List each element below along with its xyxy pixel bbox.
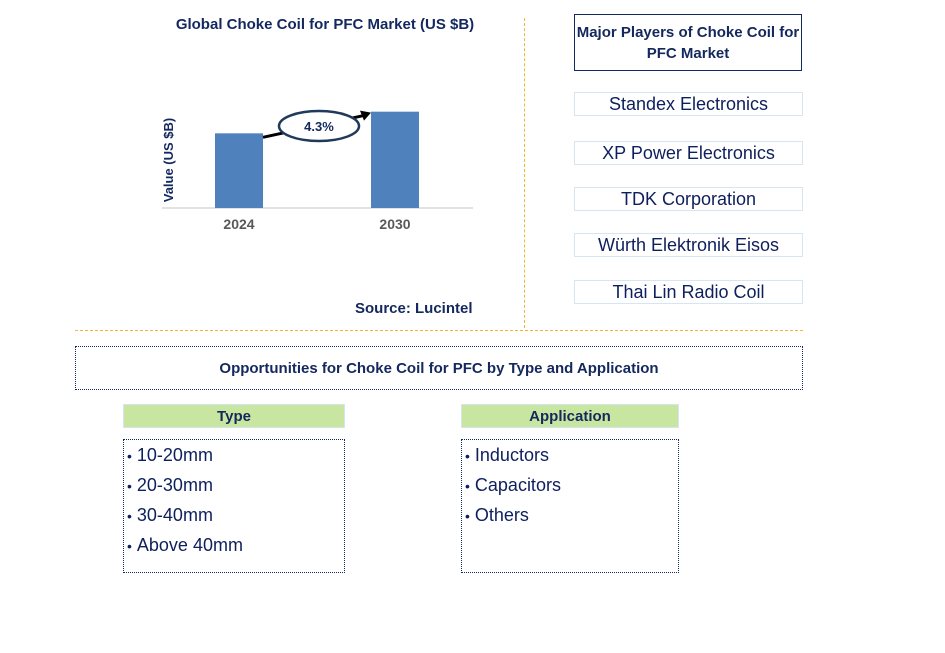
segment-item-label: 30-40mm — [136, 505, 213, 525]
segment-item: • Above 40mm — [124, 532, 344, 562]
cagr-label: 4.3% — [304, 119, 334, 134]
x-tick-label: 2024 — [223, 216, 254, 232]
segment-item: • 20-30mm — [124, 472, 344, 502]
segment-item: • 10-20mm — [124, 442, 344, 472]
segment-header: Type — [123, 404, 345, 428]
bullet-icon: • — [127, 478, 132, 494]
segment-item-label: Capacitors — [474, 475, 561, 495]
segment-list: • Inductors • Capacitors • Others — [461, 439, 679, 573]
player-item: Würth Elektronik Eisos — [574, 233, 803, 257]
player-item: XP Power Electronics — [574, 141, 803, 165]
segment-item: • 30-40mm — [124, 502, 344, 532]
segment-item: • Others — [462, 502, 678, 532]
source-label: Source: Lucintel — [355, 300, 473, 317]
y-axis-label: Value (US $B) — [161, 118, 176, 203]
players-title: Major Players of Choke Coil for PFC Mark… — [574, 14, 802, 71]
x-tick-label: 2030 — [379, 216, 410, 232]
segment-item-label: 10-20mm — [136, 445, 213, 465]
bullet-icon: • — [465, 448, 470, 464]
chart-title: Global Choke Coil for PFC Market (US $B) — [175, 16, 475, 33]
bar-chart: Value (US $B) 2024 2030 4.3% — [161, 109, 473, 232]
bullet-icon: • — [465, 508, 470, 524]
opportunities-title: Opportunities for Choke Coil for PFC by … — [75, 346, 803, 390]
segment-item: • Capacitors — [462, 472, 678, 502]
segment-item-label: Inductors — [474, 445, 549, 465]
segment-list: • 10-20mm • 20-30mm • 30-40mm • Above 40mm — [123, 439, 345, 573]
bar-2030 — [371, 111, 419, 208]
segment-item-label: 20-30mm — [136, 475, 213, 495]
horizontal-divider — [75, 330, 803, 331]
segment-type: Type • 10-20mm • 20-30mm • 30-40mm • Above 4… — [123, 404, 345, 573]
bullet-icon: • — [127, 538, 132, 554]
bullet-icon: • — [127, 448, 132, 464]
bullet-icon: • — [465, 478, 470, 494]
bullet-icon: • — [127, 508, 132, 524]
segment-item-label: Others — [474, 505, 529, 525]
segment-item-label: Above 40mm — [136, 535, 243, 555]
player-item: Standex Electronics — [574, 92, 803, 116]
segment-application: Application • Inductors • Capacitors • Othe… — [461, 404, 679, 573]
segment-header: Application — [461, 404, 679, 428]
vertical-divider — [524, 18, 525, 328]
player-item: TDK Corporation — [574, 187, 803, 211]
segment-item: • Inductors — [462, 442, 678, 472]
bar-2024 — [215, 133, 263, 208]
player-item: Thai Lin Radio Coil — [574, 280, 803, 304]
